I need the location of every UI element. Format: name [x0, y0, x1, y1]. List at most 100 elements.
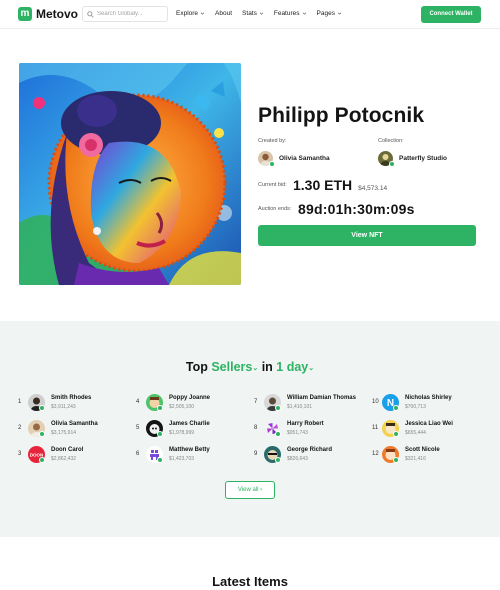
top-navbar: m Metovo Explore About Stats Features Pa…	[0, 0, 500, 29]
latest-items-title: Latest Items	[212, 574, 288, 589]
verified-icon	[157, 431, 163, 437]
seller-name: Matthew Betty	[169, 447, 210, 453]
top-sellers-title: Top Sellers⌄ in 1 day⌄	[0, 360, 500, 374]
seller-name: Jessica Liao Wei	[405, 421, 453, 427]
seller-amount: $321,416	[405, 456, 426, 462]
seller-rank: 4	[136, 399, 140, 405]
seller-type-dropdown[interactable]: Sellers⌄	[211, 360, 258, 374]
seller-item[interactable]: 3 DOON Doon Carol $2,862,432	[18, 446, 128, 464]
main-nav: Explore About Stats Features Pages	[176, 10, 342, 17]
verified-icon	[157, 405, 163, 411]
view-nft-button[interactable]: View NFT	[258, 225, 476, 246]
seller-amount: $2,505,100	[169, 404, 195, 410]
seller-avatar	[382, 420, 399, 437]
search-box[interactable]	[82, 6, 168, 22]
seller-avatar: N	[382, 394, 399, 411]
verified-icon	[39, 431, 45, 437]
collection-label: Collection:	[378, 138, 404, 144]
top-sellers-section: Top Sellers⌄ in 1 day⌄ 1 Smith Rhodes $3…	[0, 321, 500, 537]
seller-amount: $1,410,101	[287, 404, 313, 410]
nav-about[interactable]: About	[215, 10, 232, 17]
verified-icon	[275, 431, 281, 437]
seller-avatar	[382, 446, 399, 463]
nav-stats[interactable]: Stats	[242, 10, 264, 17]
nav-pages[interactable]: Pages	[317, 10, 342, 17]
seller-amount: $826,643	[287, 456, 308, 462]
seller-item[interactable]: 5 James Charlie $1,978,999	[136, 420, 246, 438]
seller-amount: $700,713	[405, 404, 426, 410]
verified-icon	[275, 457, 281, 463]
bid-usd-value: $4,573.14	[358, 185, 388, 192]
seller-amount: $3,911,243	[51, 404, 76, 410]
seller-item[interactable]: 6 Matthew Betty $1,423,703	[136, 446, 246, 464]
creator-name: Olivia Samantha	[279, 155, 330, 162]
created-by-label: Created by:	[258, 138, 287, 144]
seller-item[interactable]: 7 William Damian Thomas $1,410,101	[254, 394, 364, 412]
seller-rank: 3	[18, 451, 22, 457]
verified-icon	[393, 431, 399, 437]
current-bid: 1.30 ETH $4,573.14	[293, 177, 387, 193]
nav-explore[interactable]: Explore	[176, 10, 205, 17]
seller-name: Scott Nicole	[405, 447, 440, 453]
auction-ends-label: Auction ends:	[258, 206, 292, 212]
seller-name: Doon Carol	[51, 447, 84, 453]
seller-amount: $2,862,432	[51, 456, 77, 462]
seller-rank: 6	[136, 451, 140, 457]
search-icon	[87, 10, 94, 18]
seller-amount: $1,423,703	[169, 456, 195, 462]
collection-name: Patterfly Studio	[399, 155, 448, 162]
seller-item[interactable]: 1 Smith Rhodes $3,911,243	[18, 394, 128, 412]
search-input[interactable]	[97, 11, 167, 17]
seller-item[interactable]: 2 Olivia Samantha $3,175,914	[18, 420, 128, 438]
seller-rank: 1	[18, 399, 22, 405]
seller-avatar	[264, 446, 281, 463]
auction-countdown: 89d:01h:30m:09s	[298, 201, 415, 217]
seller-name: James Charlie	[169, 421, 210, 427]
nav-features[interactable]: Features	[274, 10, 307, 17]
chevron-down-icon: ⌄	[308, 364, 315, 372]
nav-explore-label: Explore	[176, 10, 199, 17]
logo[interactable]: m Metovo	[18, 7, 78, 21]
seller-name: William Damian Thomas	[287, 395, 356, 401]
seller-item[interactable]: 8 Harry Robert $951,743	[254, 420, 364, 438]
verified-icon	[39, 457, 45, 463]
seller-item[interactable]: 4 Poppy Joanne $2,505,100	[136, 394, 246, 412]
seller-avatar	[28, 420, 45, 437]
seller-avatar: DOON	[28, 446, 45, 463]
seller-item[interactable]: 12 Scott Nicole $321,416	[372, 446, 482, 464]
seller-avatar	[264, 420, 281, 437]
nav-pages-label: Pages	[316, 10, 335, 17]
seller-avatar	[146, 394, 163, 411]
verified-icon	[275, 405, 281, 411]
seller-item[interactable]: 10 N Nicholas Shirley $700,713	[372, 394, 482, 412]
chevron-down-icon	[337, 12, 342, 15]
seller-name: Poppy Joanne	[169, 395, 211, 401]
bid-eth-value: 1.30 ETH	[293, 177, 353, 193]
seller-avatar	[264, 394, 281, 411]
verified-icon	[157, 457, 163, 463]
seller-rank: 5	[136, 425, 140, 431]
logo-mark: m	[18, 7, 32, 21]
seller-item[interactable]: 11 Jessica Liao Wei $655,444	[372, 420, 482, 438]
verified-icon	[389, 161, 395, 167]
seller-item[interactable]: 9 George Richard $826,643	[254, 446, 364, 464]
verified-icon	[39, 405, 45, 411]
chevron-down-icon	[259, 12, 264, 15]
connect-wallet-button[interactable]: Connect Wallet	[421, 6, 481, 23]
period-label: 1 day	[276, 360, 309, 374]
chevron-down-icon	[200, 12, 205, 15]
verified-icon	[269, 161, 275, 167]
seller-rank: 7	[254, 399, 258, 405]
featured-nft-image[interactable]	[19, 63, 241, 285]
seller-name: George Richard	[287, 447, 333, 453]
chevron-down-icon	[302, 12, 306, 15]
current-bid-label: Current bid:	[258, 182, 287, 188]
view-all-sellers-button[interactable]: View all ›	[225, 481, 275, 499]
seller-avatar	[146, 446, 163, 463]
view-all-label: View all	[237, 487, 259, 493]
nav-stats-label: Stats	[242, 10, 257, 17]
seller-rank: 8	[254, 425, 258, 431]
seller-amount: $3,175,914	[51, 430, 77, 436]
period-dropdown[interactable]: 1 day⌄	[276, 360, 314, 374]
seller-name: Smith Rhodes	[51, 395, 92, 401]
